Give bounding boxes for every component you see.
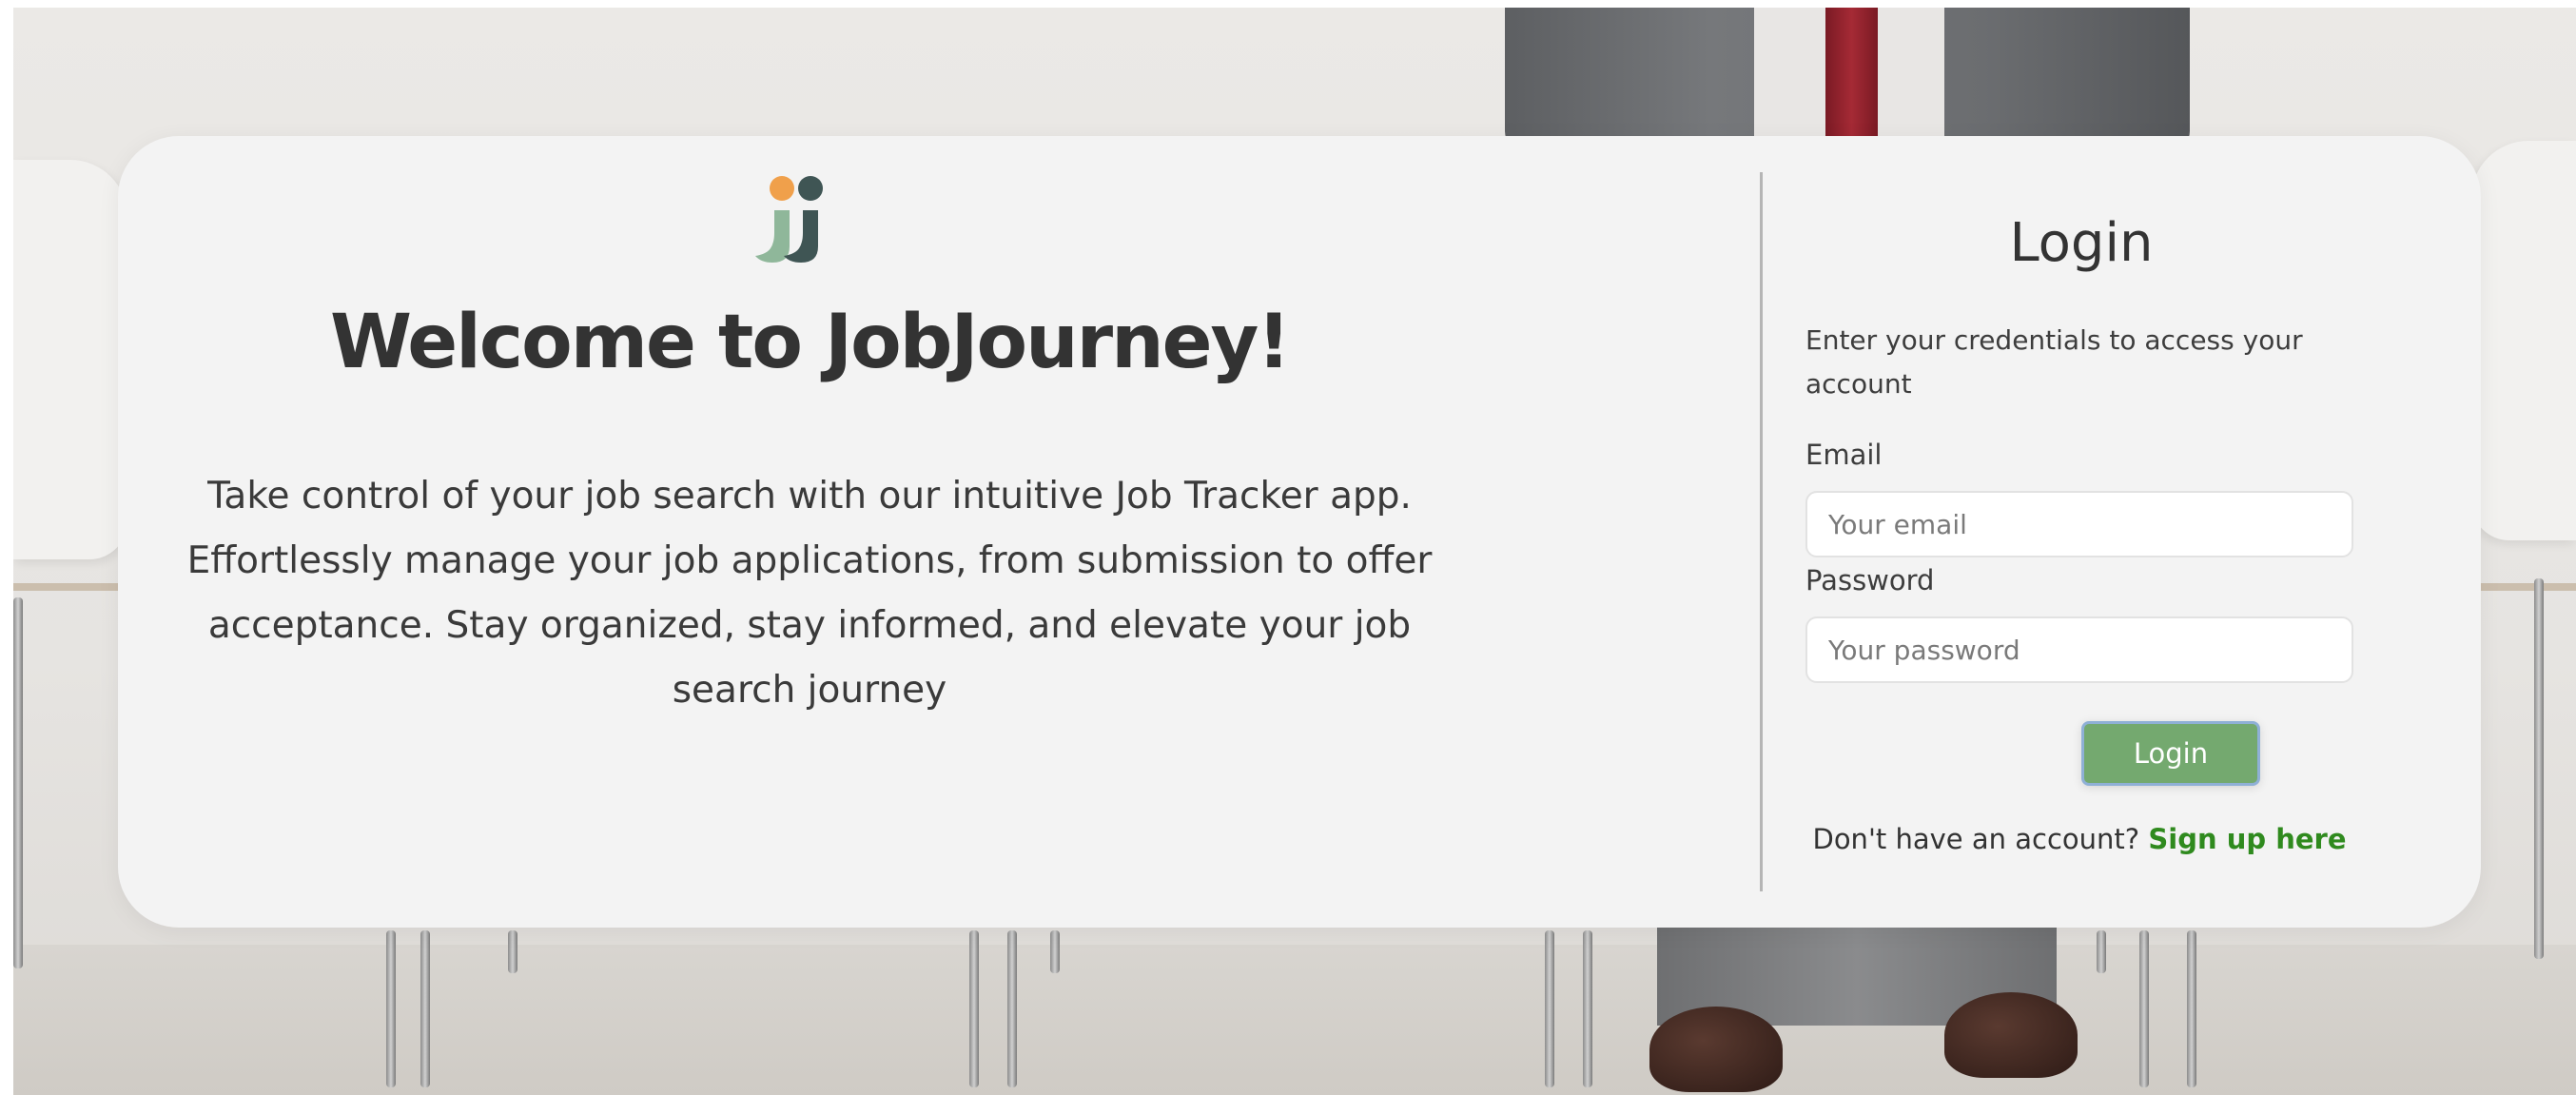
- shoe-right: [1944, 992, 2078, 1078]
- chair-leg: [386, 930, 396, 1087]
- chair-left: [13, 160, 127, 559]
- chair-leg: [2097, 930, 2106, 973]
- chair-leg: [2187, 930, 2196, 1087]
- signup-row: Don't have an account? Sign up here: [1805, 823, 2353, 855]
- welcome-title: Welcome to JobJourney!: [330, 300, 1291, 385]
- chair-leg: [969, 930, 979, 1087]
- signup-link[interactable]: Sign up here: [2148, 823, 2346, 855]
- chair-leg: [1583, 930, 1592, 1087]
- login-description: Enter your credentials to access your ac…: [1805, 324, 2303, 400]
- chair-leg: [1545, 930, 1554, 1087]
- welcome-pane: Welcome to JobJourney! Take control of y…: [118, 136, 1764, 928]
- password-label: Password: [1805, 564, 1935, 596]
- chair-leg: [13, 597, 23, 968]
- chair-leg: [420, 930, 430, 1087]
- chair-leg: [1050, 930, 1060, 973]
- jobjourney-logo-icon: [755, 176, 823, 263]
- chair-right: [2471, 141, 2576, 540]
- chair-leg: [2139, 930, 2149, 1087]
- chair-leg: [2534, 578, 2544, 959]
- login-form: Login Enter your credentials to access y…: [1805, 136, 2376, 928]
- login-page: Welcome to JobJourney! Take control of y…: [0, 0, 2576, 1095]
- email-field[interactable]: [1805, 491, 2353, 557]
- chair-leg: [508, 930, 517, 973]
- password-field[interactable]: [1805, 616, 2353, 683]
- chair-leg: [1007, 930, 1017, 1087]
- divider: [1760, 172, 1763, 891]
- welcome-description: Take control of your job search with our…: [186, 475, 1433, 712]
- login-card: Welcome to JobJourney! Take control of y…: [118, 136, 2481, 928]
- person-tie: [1825, 8, 1878, 150]
- shoe-left: [1649, 1007, 1783, 1092]
- email-label: Email: [1805, 439, 1883, 471]
- login-button[interactable]: Login: [2081, 721, 2260, 786]
- login-title: Login: [2009, 212, 2154, 274]
- signup-prompt: Don't have an account?: [1812, 823, 2140, 855]
